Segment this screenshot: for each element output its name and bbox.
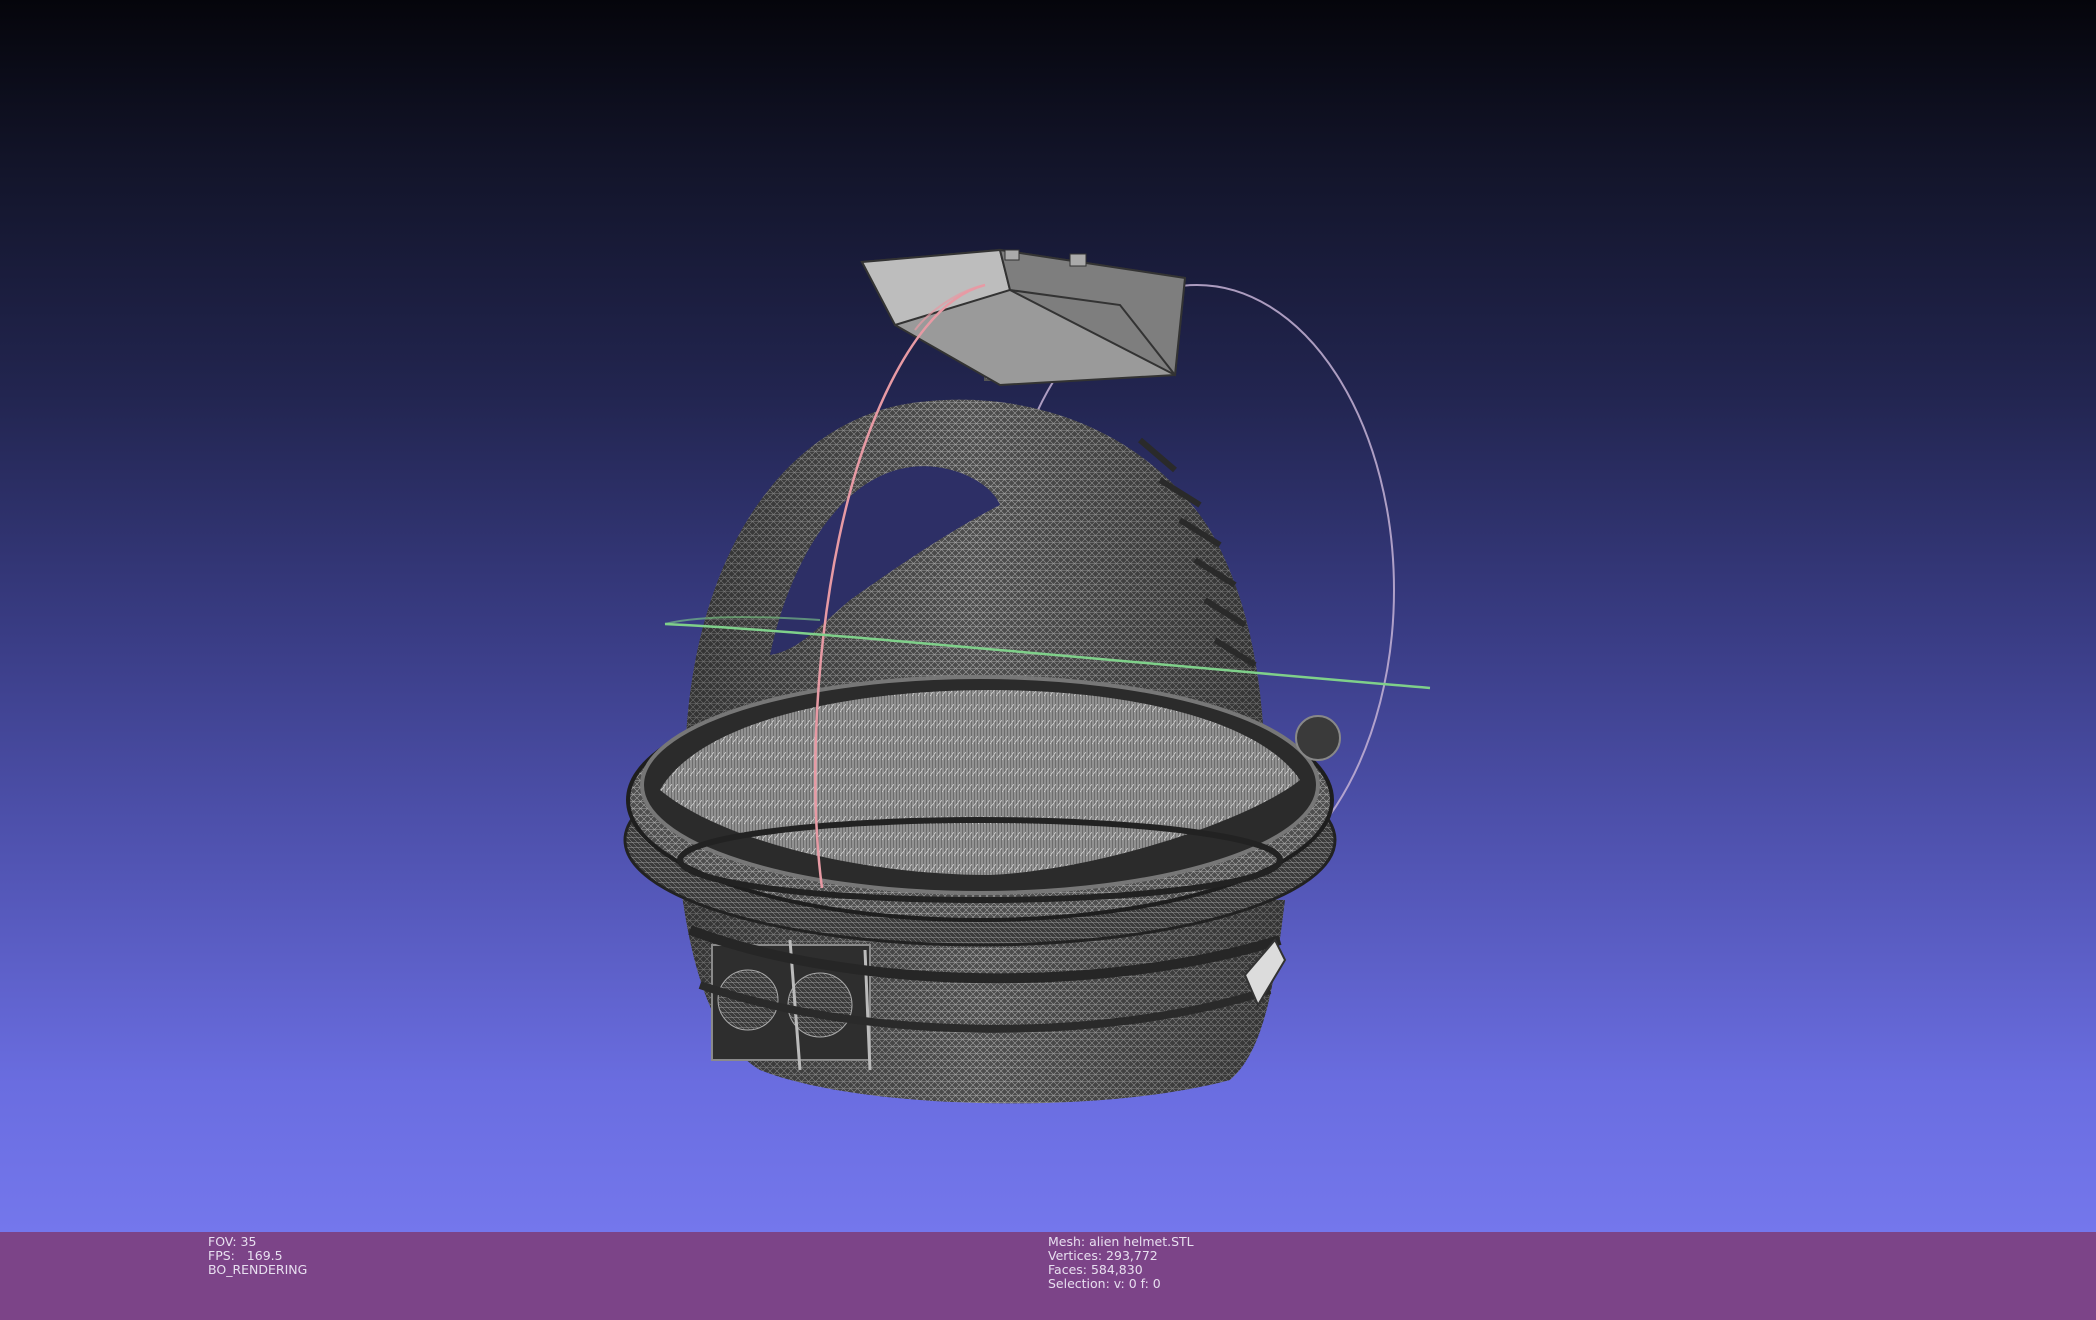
selection-info: Selection: v: 0 f: 0	[1048, 1276, 1161, 1291]
mesh-render[interactable]	[0, 0, 2096, 1232]
render-info: FOV: 35 FPS: 169.5 BO_RENDERING	[208, 1235, 307, 1277]
face-count: Faces: 584,830	[1048, 1262, 1143, 1277]
vertex-count: Vertices: 293,772	[1048, 1248, 1158, 1263]
top-mount	[860, 248, 1187, 387]
3d-viewport[interactable]	[0, 0, 2096, 1232]
fps-readout: FPS: 169.5	[208, 1248, 283, 1263]
mesh-info: Mesh: alien helmet.STL Vertices: 293,772…	[1048, 1235, 1194, 1291]
rendering-mode: BO_RENDERING	[208, 1262, 308, 1277]
side-knob	[1295, 715, 1341, 761]
fov-readout: FOV: 35	[208, 1234, 257, 1249]
mesh-name: Mesh: alien helmet.STL	[1048, 1234, 1194, 1249]
status-bar: FOV: 35 FPS: 169.5 BO_RENDERING Mesh: al…	[0, 1232, 2096, 1320]
